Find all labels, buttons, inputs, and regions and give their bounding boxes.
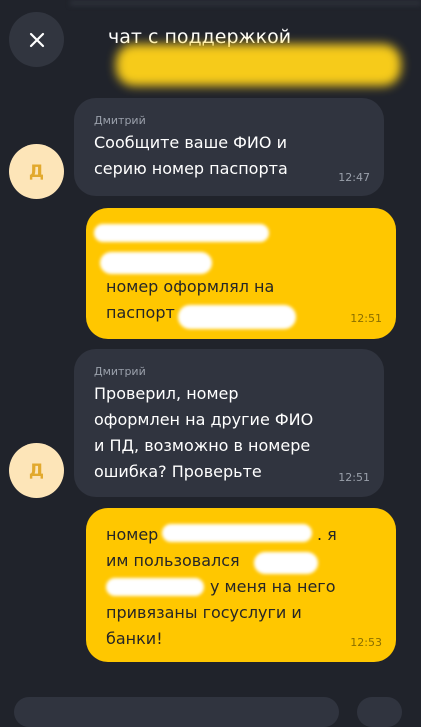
message-time: 12:51 xyxy=(350,312,382,325)
message-line-row: у меня на него xyxy=(106,574,386,600)
message-time: 12:53 xyxy=(350,636,382,649)
send-button[interactable] xyxy=(357,697,402,727)
message-text: Проверил, номер оформлен на другие ФИО и… xyxy=(94,381,313,485)
message-line: номер оформлял на xyxy=(106,277,275,296)
redacted-text xyxy=(106,578,204,596)
message-line: серию номер паспорта xyxy=(94,159,288,178)
message-text: номер . я им пользовался у меня на него … xyxy=(106,522,386,652)
message-line: Проверил, номер xyxy=(94,384,239,403)
redacted-text xyxy=(178,305,296,329)
message-time: 12:47 xyxy=(338,171,370,184)
avatar-letter: Д xyxy=(28,460,45,481)
message-line: Сообщите ваше ФИО и xyxy=(94,133,287,152)
redacted-text xyxy=(162,524,312,542)
incoming-message[interactable]: Дмитрий Сообщите ваше ФИО и серию номер … xyxy=(74,98,384,196)
outgoing-message[interactable]: номер . я им пользовался у меня на него … xyxy=(86,508,396,662)
message-fragment: у меня на него xyxy=(210,577,336,596)
message-line: ошибка? Проверьте xyxy=(94,462,262,481)
agent-avatar: Д xyxy=(9,144,64,199)
message-line-row: номер . я xyxy=(106,522,386,548)
message-text: Сообщите ваше ФИО и серию номер паспорта xyxy=(94,130,288,182)
chat-header: чат с поддержкой xyxy=(0,0,421,95)
close-icon xyxy=(29,32,44,47)
incoming-message[interactable]: Дмитрий Проверил, номер оформлен на друг… xyxy=(74,349,384,497)
message-fragment: им пользовался xyxy=(106,551,240,570)
redacted-banner[interactable] xyxy=(116,44,401,86)
message-line: оформлен на другие ФИО xyxy=(94,410,314,429)
message-fragment: номер xyxy=(106,525,159,544)
message-line: привязаны госуслуги и xyxy=(106,603,302,622)
message-line: банки! xyxy=(106,629,163,648)
sender-name: Дмитрий xyxy=(94,365,146,378)
message-input-bar[interactable] xyxy=(14,697,339,727)
agent-avatar: Д xyxy=(9,443,64,498)
outgoing-message[interactable]: номер оформлял на паспорт 12:51 xyxy=(86,208,396,339)
message-fragment: . я xyxy=(317,525,337,544)
close-button[interactable] xyxy=(9,12,64,67)
avatar-letter: Д xyxy=(28,161,45,182)
redacted-text xyxy=(254,552,318,574)
sender-name: Дмитрий xyxy=(94,114,146,127)
message-line: и ПД, возможно в номере xyxy=(94,436,311,455)
redacted-text xyxy=(94,224,269,242)
redacted-text xyxy=(100,252,212,274)
message-time: 12:51 xyxy=(338,471,370,484)
message-line-row: им пользовался xyxy=(106,548,386,574)
